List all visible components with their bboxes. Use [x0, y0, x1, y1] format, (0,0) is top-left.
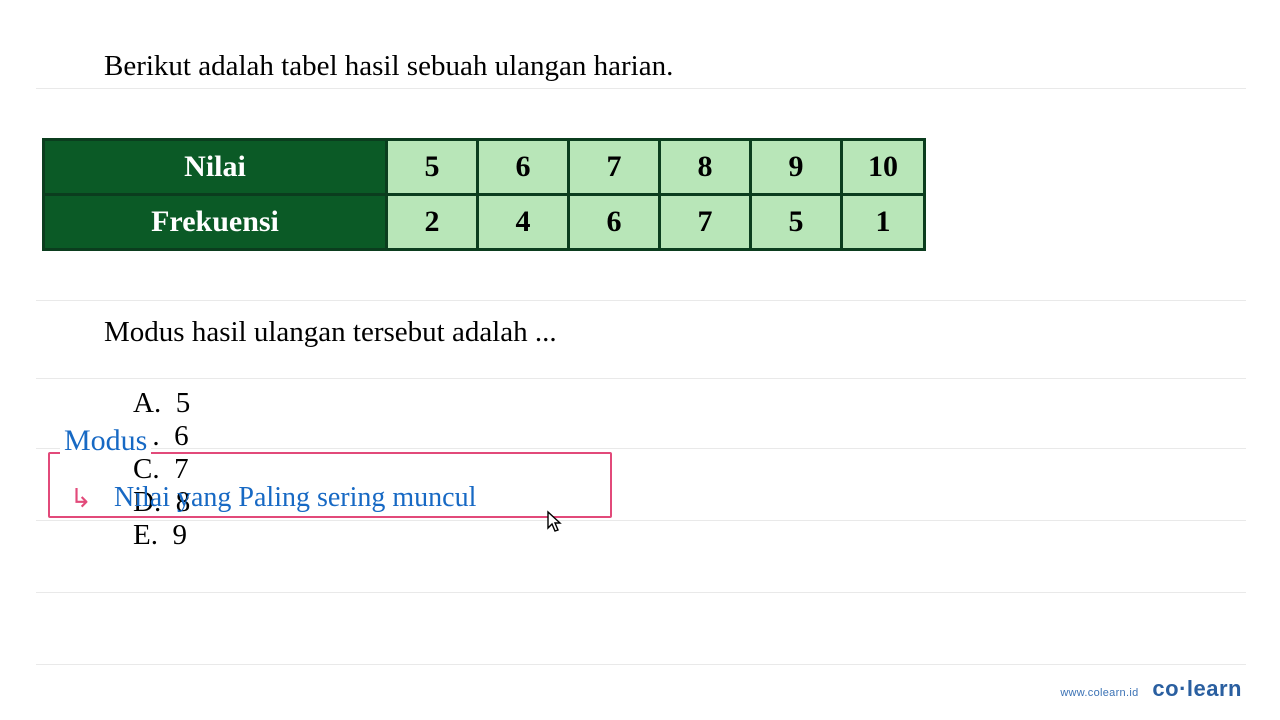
table-cell: 10	[842, 140, 925, 195]
arrow-icon: ↳	[70, 484, 92, 514]
table-cell: 7	[660, 195, 751, 250]
cursor-icon	[540, 510, 562, 542]
intro-text: Berikut adalah tabel hasil sebuah ulanga…	[104, 50, 673, 83]
page: { "intro": "Berikut adalah tabel hasil s…	[0, 0, 1280, 720]
footer-url: www.colearn.id	[1060, 687, 1138, 699]
annotation-title: Modus	[60, 424, 151, 458]
table-cell: 6	[478, 140, 569, 195]
brand-left: co	[1152, 676, 1179, 701]
table-cell: 5	[387, 140, 478, 195]
table-row: Frekuensi 2 4 6 7 5 1	[44, 195, 925, 250]
table-cell: 4	[478, 195, 569, 250]
option-a: A. 5	[133, 387, 333, 420]
brand-dot: ·	[1179, 676, 1187, 701]
ruled-line	[36, 88, 1246, 89]
table-row: Nilai 5 6 7 8 9 10	[44, 140, 925, 195]
question-text: Modus hasil ulangan tersebut adalah ...	[104, 316, 557, 349]
frequency-table: Nilai 5 6 7 8 9 10 Frekuensi 2 4 6 7 5 1	[42, 138, 926, 251]
ruled-line	[36, 300, 1246, 301]
table-cell: 9	[751, 140, 842, 195]
table-cell: 6	[569, 195, 660, 250]
table-cell: 7	[569, 140, 660, 195]
table-cell: 5	[751, 195, 842, 250]
footer: www.colearn.id co·learn	[1060, 676, 1242, 702]
brand-logo: co·learn	[1152, 676, 1242, 701]
ruled-line	[36, 592, 1246, 593]
row-header-nilai: Nilai	[44, 140, 387, 195]
annotation-text: Nilai yang Paling sering muncul	[114, 482, 476, 514]
annotation: Modus ↳ Nilai yang Paling sering muncul	[48, 440, 612, 518]
table-cell: 8	[660, 140, 751, 195]
table-cell: 2	[387, 195, 478, 250]
brand-right: learn	[1187, 676, 1242, 701]
option-e: E. 9	[133, 519, 187, 552]
ruled-line	[36, 664, 1246, 665]
row-header-frekuensi: Frekuensi	[44, 195, 387, 250]
table-cell: 1	[842, 195, 925, 250]
